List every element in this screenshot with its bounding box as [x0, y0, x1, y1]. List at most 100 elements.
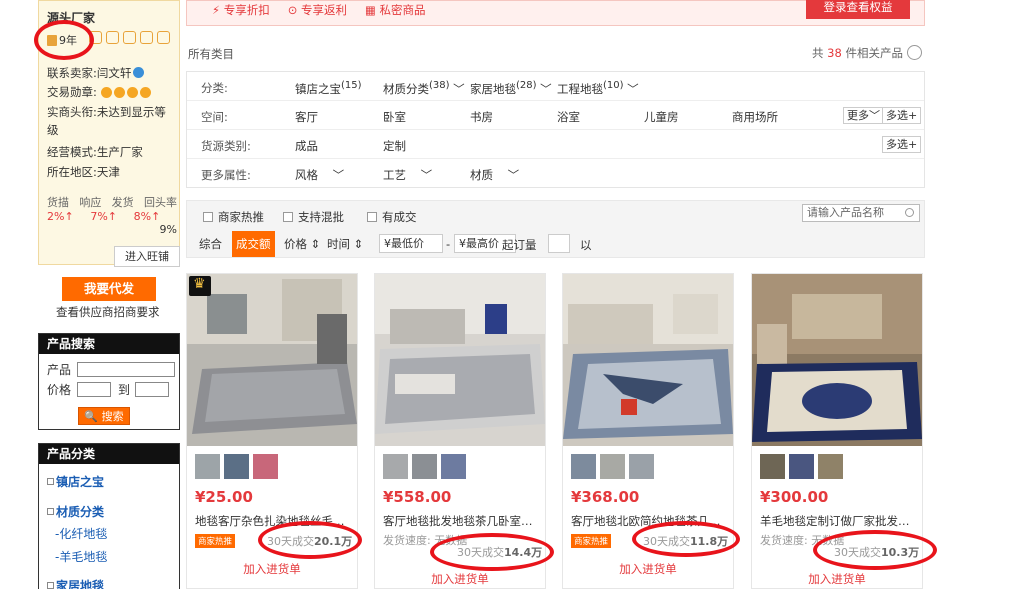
collapse-filter-icon[interactable] [907, 45, 922, 60]
thumbnail[interactable] [571, 454, 596, 479]
filter-option[interactable]: 儿童房 [644, 109, 679, 125]
sort-price[interactable]: 价格 ⇕ [280, 231, 324, 257]
moq-unit: 以 [580, 238, 592, 252]
product-image[interactable] [187, 274, 357, 446]
badge-icon [106, 31, 119, 44]
sort-composite[interactable]: 综合 [195, 231, 226, 257]
checkbox[interactable] [283, 212, 293, 222]
sort-turnover[interactable]: 成交额 [232, 231, 275, 257]
search-button[interactable]: 🔍 搜索 [78, 407, 130, 425]
thumbnail[interactable] [195, 454, 220, 479]
category-item[interactable]: 镇店之宝 [47, 473, 104, 490]
region-value: 天津 [96, 165, 120, 179]
checkbox[interactable] [203, 212, 213, 222]
highlight-oval [258, 521, 362, 559]
price-max-input[interactable] [135, 382, 169, 397]
thumbnail[interactable] [760, 454, 785, 479]
filter-option[interactable]: 家居地毯(28) ﹀ [470, 80, 552, 97]
filter-option[interactable]: 书房 [470, 109, 493, 125]
product-image[interactable] [563, 274, 733, 446]
add-to-cart-link[interactable]: 加入进货单 [563, 561, 733, 577]
min-price-input[interactable]: ¥最低价 [379, 234, 443, 253]
enter-shop-button[interactable]: 进入旺铺 [114, 246, 180, 267]
category-item[interactable]: 家居地毯 [47, 577, 104, 589]
badge-icon [123, 31, 136, 44]
contact-name[interactable]: 闫文轩 [97, 66, 132, 80]
total-products: 共 38 件相关产品 [812, 46, 903, 60]
thumbnail[interactable] [629, 454, 654, 479]
filter-option[interactable]: 材质分类(38) ﹀ [383, 80, 465, 97]
category-item[interactable]: 材质分类 [47, 503, 104, 520]
stat-value: 8%↑ [133, 210, 161, 223]
check-mixed[interactable]: 支持混批 [283, 209, 344, 225]
filter-option[interactable]: 定制 [383, 138, 406, 154]
category-subitem[interactable]: -羊毛地毯 [55, 548, 107, 565]
product-title[interactable]: 羊毛地毯定制订做厂家批发客厅 [760, 513, 918, 529]
filter-option[interactable]: 镇店之宝(15) [295, 80, 362, 97]
agent-ship-button[interactable]: 我要代发 [62, 277, 156, 301]
product-image[interactable] [375, 274, 545, 446]
mode-value: 生产厂家 [96, 145, 143, 159]
thumbnail[interactable] [224, 454, 249, 479]
login-benefit-button[interactable]: 登录查看权益 [806, 0, 910, 19]
badge-icon [157, 31, 170, 44]
filter-option[interactable]: 工程地毯(10) ﹀ [557, 80, 639, 97]
thumbnail[interactable] [789, 454, 814, 479]
stat-header: 发货 [111, 196, 134, 209]
benefit-private[interactable]: ▦ 私密商品 [365, 2, 426, 18]
benefit-discount[interactable]: ⚡ 专享折扣 [212, 2, 270, 18]
all-categories-label[interactable]: 所有类目 [188, 46, 234, 62]
mode-line: 经营模式:生产厂家 [47, 144, 143, 160]
filter-label: 空间: [201, 110, 228, 124]
sort-time[interactable]: 时间 ⇕ [323, 231, 367, 257]
filter-row-category: 分类: 镇店之宝(15) 材质分类(38) ﹀ 家居地毯(28) ﹀ 工程地毯(… [187, 72, 924, 101]
add-to-cart-link[interactable]: 加入进货单 [752, 571, 922, 587]
price-min-input[interactable] [77, 382, 111, 397]
thumbnail[interactable] [412, 454, 437, 479]
filter-option[interactable]: 卧室 [383, 109, 406, 125]
thumbnail[interactable] [818, 454, 843, 479]
filter-option[interactable]: 成品 [295, 138, 318, 154]
thumbnail[interactable] [600, 454, 625, 479]
thumbnail[interactable] [253, 454, 278, 479]
contact-label: 联系卖家: [47, 66, 97, 80]
filter-dropdown[interactable]: 风格 ﹀ [295, 167, 344, 183]
more-button[interactable]: 更多﹀ [843, 107, 884, 124]
thumbnail-strip [195, 454, 278, 479]
product-title[interactable]: 客厅地毯批发地毯茶几卧室家用 [383, 513, 541, 529]
product-name-input[interactable] [77, 362, 175, 377]
medal-icon [139, 87, 151, 98]
collapse-icon [47, 508, 54, 515]
benefit-items: ⚡ 专享折扣 ⊙ 专享返利 ▦ 私密商品 [212, 2, 426, 18]
highlight-oval [34, 20, 94, 60]
medal-icon [113, 87, 125, 98]
agent-requirements-link[interactable]: 查看供应商招商要求 [56, 304, 160, 320]
contact-line: 联系卖家:闫文轩 [47, 65, 145, 81]
thumbnail[interactable] [383, 454, 408, 479]
highlight-oval [430, 533, 554, 571]
product-image[interactable] [752, 274, 922, 446]
multi-select-button[interactable]: 多选+ [882, 136, 922, 153]
filter-option[interactable]: 浴室 [557, 109, 580, 125]
stat-value: 9% [159, 223, 177, 236]
add-to-cart-link[interactable]: 加入进货单 [375, 571, 545, 587]
thumbnail[interactable] [441, 454, 466, 479]
check-deal[interactable]: 有成交 [367, 209, 417, 225]
product-name-search-input[interactable]: 请输入产品名称 [802, 204, 920, 222]
checkbox[interactable] [367, 212, 377, 222]
wangwang-icon[interactable] [133, 67, 145, 78]
stat-header: 响应 [79, 196, 102, 209]
moq-input[interactable] [548, 234, 570, 253]
price-to-label: 到 [118, 383, 131, 397]
filter-dropdown[interactable]: 工艺 ﹀ [383, 167, 432, 183]
benefit-rebate[interactable]: ⊙ 专享返利 [288, 2, 347, 18]
filter-option[interactable]: 客厅 [295, 109, 318, 125]
filter-label: 分类: [201, 81, 228, 95]
category-subitem[interactable]: -化纤地毯 [55, 525, 107, 542]
filter-option[interactable]: 商用场所 [732, 109, 778, 125]
medal-line: 交易勋章: [47, 84, 151, 100]
add-to-cart-link[interactable]: 加入进货单 [187, 561, 357, 577]
filter-dropdown[interactable]: 材质 ﹀ [470, 167, 519, 183]
check-hot[interactable]: 商家热推 [203, 209, 264, 225]
multi-select-button[interactable]: 多选+ [882, 107, 922, 124]
